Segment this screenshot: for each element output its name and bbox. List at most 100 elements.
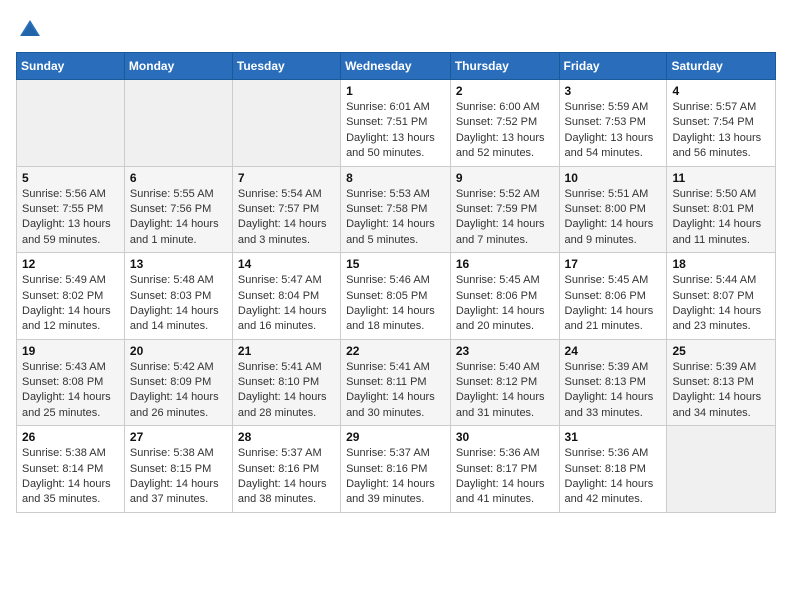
day-cell: 27 Sunrise: 5:38 AM Sunset: 8:15 PM Dayli… [124, 426, 232, 513]
day-cell: 4 Sunrise: 5:57 AM Sunset: 7:54 PM Daylig… [667, 80, 776, 167]
day-number: 2 [456, 84, 554, 98]
day-number: 30 [456, 430, 554, 444]
day-cell: 2Sunrise: 6:00 AM Sunset: 7:52 PM Daylig… [450, 80, 559, 167]
header-wednesday: Wednesday [341, 53, 451, 80]
day-info: Sunrise: 5:57 AM Sunset: 7:54 PM Dayligh… [672, 100, 770, 162]
day-cell: 16 Sunrise: 5:45 AM Sunset: 8:06 PM Dayli… [450, 253, 559, 340]
day-info: Sunrise: 5:36 AM Sunset: 8:18 PM Dayligh… [565, 446, 662, 508]
day-number: 29 [346, 430, 445, 444]
week-row-2: 12Sunrise: 5:49 AM Sunset: 8:02 PM Dayli… [17, 253, 776, 340]
day-info: Sunrise: 5:52 AM Sunset: 7:59 PM Dayligh… [456, 187, 554, 249]
day-info: Sunrise: 5:46 AM Sunset: 8:05 PM Dayligh… [346, 273, 445, 335]
day-cell: 1 Sunrise: 6:01 AM Sunset: 7:51 PM Daylig… [341, 80, 451, 167]
header-thursday: Thursday [450, 53, 559, 80]
day-number: 7 [238, 171, 335, 185]
day-info: Sunrise: 5:42 AM Sunset: 8:09 PM Dayligh… [130, 360, 227, 422]
header-sunday: Sunday [17, 53, 125, 80]
day-info: Sunrise: 5:51 AM Sunset: 8:00 PM Dayligh… [565, 187, 662, 249]
logo [16, 16, 48, 44]
day-cell: 3Sunrise: 5:59 AM Sunset: 7:53 PM Daylig… [559, 80, 667, 167]
week-row-3: 19Sunrise: 5:43 AM Sunset: 8:08 PM Dayli… [17, 339, 776, 426]
day-cell: 22 Sunrise: 5:41 AM Sunset: 8:11 PM Dayli… [341, 339, 451, 426]
day-info: Sunrise: 5:40 AM Sunset: 8:12 PM Dayligh… [456, 360, 554, 422]
day-number: 28 [238, 430, 335, 444]
day-cell [667, 426, 776, 513]
day-number: 20 [130, 344, 227, 358]
day-info: Sunrise: 5:38 AM Sunset: 8:14 PM Dayligh… [22, 446, 119, 508]
day-number: 24 [565, 344, 662, 358]
day-number: 14 [238, 257, 335, 271]
day-info: Sunrise: 5:39 AM Sunset: 8:13 PM Dayligh… [672, 360, 770, 422]
header-saturday: Saturday [667, 53, 776, 80]
day-number: 4 [672, 84, 770, 98]
day-number: 11 [672, 171, 770, 185]
day-cell [124, 80, 232, 167]
day-number: 31 [565, 430, 662, 444]
day-info: Sunrise: 5:41 AM Sunset: 8:10 PM Dayligh… [238, 360, 335, 422]
day-number: 10 [565, 171, 662, 185]
day-number: 13 [130, 257, 227, 271]
day-number: 16 [456, 257, 554, 271]
day-cell: 19Sunrise: 5:43 AM Sunset: 8:08 PM Dayli… [17, 339, 125, 426]
day-info: Sunrise: 5:38 AM Sunset: 8:15 PM Dayligh… [130, 446, 227, 508]
day-info: Sunrise: 5:55 AM Sunset: 7:56 PM Dayligh… [130, 187, 227, 249]
day-info: Sunrise: 5:50 AM Sunset: 8:01 PM Dayligh… [672, 187, 770, 249]
day-cell: 30 Sunrise: 5:36 AM Sunset: 8:17 PM Dayli… [450, 426, 559, 513]
day-number: 5 [22, 171, 119, 185]
week-row-1: 5 Sunrise: 5:56 AM Sunset: 7:55 PM Daylig… [17, 166, 776, 253]
page-header [16, 16, 776, 44]
day-cell: 25Sunrise: 5:39 AM Sunset: 8:13 PM Dayli… [667, 339, 776, 426]
day-info: Sunrise: 5:47 AM Sunset: 8:04 PM Dayligh… [238, 273, 335, 335]
day-cell [232, 80, 340, 167]
day-info: Sunrise: 5:36 AM Sunset: 8:17 PM Dayligh… [456, 446, 554, 508]
header-row: SundayMondayTuesdayWednesdayThursdayFrid… [17, 53, 776, 80]
day-cell: 7 Sunrise: 5:54 AM Sunset: 7:57 PM Daylig… [232, 166, 340, 253]
calendar-table: SundayMondayTuesdayWednesdayThursdayFrid… [16, 52, 776, 513]
day-info: Sunrise: 5:54 AM Sunset: 7:57 PM Dayligh… [238, 187, 335, 249]
day-cell: 17Sunrise: 5:45 AM Sunset: 8:06 PM Dayli… [559, 253, 667, 340]
day-cell: 26 Sunrise: 5:38 AM Sunset: 8:14 PM Dayli… [17, 426, 125, 513]
day-info: Sunrise: 5:49 AM Sunset: 8:02 PM Dayligh… [22, 273, 119, 335]
day-number: 18 [672, 257, 770, 271]
day-info: Sunrise: 5:43 AM Sunset: 8:08 PM Dayligh… [22, 360, 119, 422]
day-cell [17, 80, 125, 167]
day-number: 8 [346, 171, 445, 185]
week-row-0: 1 Sunrise: 6:01 AM Sunset: 7:51 PM Daylig… [17, 80, 776, 167]
day-info: Sunrise: 6:01 AM Sunset: 7:51 PM Dayligh… [346, 100, 445, 162]
day-info: Sunrise: 5:39 AM Sunset: 8:13 PM Dayligh… [565, 360, 662, 422]
day-cell: 11 Sunrise: 5:50 AM Sunset: 8:01 PM Dayli… [667, 166, 776, 253]
day-cell: 12Sunrise: 5:49 AM Sunset: 8:02 PM Dayli… [17, 253, 125, 340]
day-cell: 9Sunrise: 5:52 AM Sunset: 7:59 PM Daylig… [450, 166, 559, 253]
day-info: Sunrise: 5:56 AM Sunset: 7:55 PM Dayligh… [22, 187, 119, 249]
day-cell: 14 Sunrise: 5:47 AM Sunset: 8:04 PM Dayli… [232, 253, 340, 340]
day-info: Sunrise: 5:37 AM Sunset: 8:16 PM Dayligh… [238, 446, 335, 508]
day-cell: 23 Sunrise: 5:40 AM Sunset: 8:12 PM Dayli… [450, 339, 559, 426]
day-number: 27 [130, 430, 227, 444]
day-number: 26 [22, 430, 119, 444]
header-tuesday: Tuesday [232, 53, 340, 80]
day-cell: 31 Sunrise: 5:36 AM Sunset: 8:18 PM Dayli… [559, 426, 667, 513]
day-cell: 5 Sunrise: 5:56 AM Sunset: 7:55 PM Daylig… [17, 166, 125, 253]
day-cell: 21 Sunrise: 5:41 AM Sunset: 8:10 PM Dayli… [232, 339, 340, 426]
day-cell: 13 Sunrise: 5:48 AM Sunset: 8:03 PM Dayli… [124, 253, 232, 340]
day-number: 1 [346, 84, 445, 98]
day-cell: 15 Sunrise: 5:46 AM Sunset: 8:05 PM Dayli… [341, 253, 451, 340]
day-info: Sunrise: 5:45 AM Sunset: 8:06 PM Dayligh… [456, 273, 554, 335]
header-friday: Friday [559, 53, 667, 80]
day-info: Sunrise: 5:48 AM Sunset: 8:03 PM Dayligh… [130, 273, 227, 335]
day-cell: 28 Sunrise: 5:37 AM Sunset: 8:16 PM Dayli… [232, 426, 340, 513]
day-info: Sunrise: 5:53 AM Sunset: 7:58 PM Dayligh… [346, 187, 445, 249]
day-cell: 8 Sunrise: 5:53 AM Sunset: 7:58 PM Daylig… [341, 166, 451, 253]
day-info: Sunrise: 5:37 AM Sunset: 8:16 PM Dayligh… [346, 446, 445, 508]
day-info: Sunrise: 5:45 AM Sunset: 8:06 PM Dayligh… [565, 273, 662, 335]
day-number: 21 [238, 344, 335, 358]
header-monday: Monday [124, 53, 232, 80]
day-number: 6 [130, 171, 227, 185]
day-number: 23 [456, 344, 554, 358]
day-cell: 29 Sunrise: 5:37 AM Sunset: 8:16 PM Dayli… [341, 426, 451, 513]
day-info: Sunrise: 5:41 AM Sunset: 8:11 PM Dayligh… [346, 360, 445, 422]
day-number: 15 [346, 257, 445, 271]
day-number: 22 [346, 344, 445, 358]
day-number: 3 [565, 84, 662, 98]
day-cell: 10 Sunrise: 5:51 AM Sunset: 8:00 PM Dayli… [559, 166, 667, 253]
